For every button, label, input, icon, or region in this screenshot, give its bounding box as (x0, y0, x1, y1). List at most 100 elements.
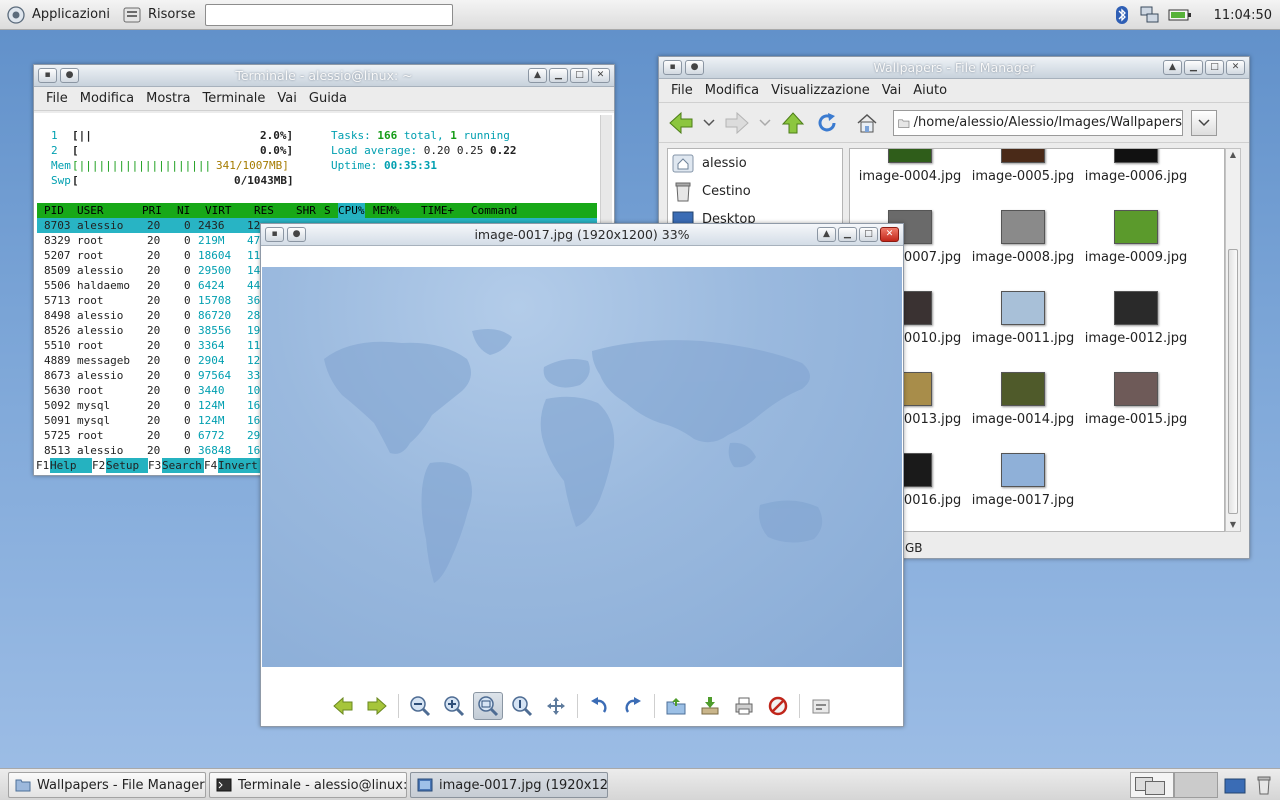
terminal-titlebar[interactable]: ▪ ● Terminale - alessio@linux: ~ ▲ ▁ □ ✕ (34, 65, 614, 87)
close-icon[interactable]: ✕ (591, 68, 610, 83)
file-item[interactable]: image-0011.jpg (967, 291, 1079, 346)
places-menu-button[interactable]: Risorse (116, 0, 202, 30)
delete-button[interactable] (763, 692, 793, 720)
file-item[interactable]: image-0004.jpg (854, 149, 966, 184)
status-bar-text: GB (905, 541, 923, 555)
close-icon[interactable]: ✕ (1226, 60, 1245, 75)
task-file-manager[interactable]: Wallpapers - File Manager (8, 772, 206, 798)
zoom-fit-button[interactable] (473, 692, 503, 720)
back-history-button[interactable] (701, 109, 717, 137)
zoom-out-button[interactable] (405, 692, 435, 720)
shade-icon[interactable]: ▲ (817, 227, 836, 242)
menu-file[interactable]: File (665, 83, 699, 98)
menu-modifica[interactable]: Modifica (74, 91, 140, 106)
window-menu-icon[interactable]: ▪ (663, 60, 682, 75)
maximize-icon[interactable]: □ (859, 227, 878, 242)
menu-modifica[interactable]: Modifica (699, 83, 765, 98)
zoom-in-button[interactable] (439, 692, 469, 720)
file-item[interactable]: image-0012.jpg (1080, 291, 1192, 346)
res-cell: 44 (247, 279, 261, 292)
previous-image-button[interactable] (328, 692, 358, 720)
scroll-up-icon[interactable]: ▲ (1226, 149, 1240, 161)
minimize-icon[interactable]: ▁ (1184, 60, 1203, 75)
bluetooth-icon[interactable] (1112, 5, 1132, 25)
sticky-icon[interactable]: ● (685, 60, 704, 75)
run-command-input[interactable] (205, 3, 454, 26)
menu-guida[interactable]: Guida (303, 91, 353, 106)
workspace-2[interactable] (1174, 772, 1218, 798)
file-item[interactable]: image-0014.jpg (967, 372, 1079, 427)
file-item[interactable]: image-0005.jpg (967, 149, 1079, 184)
fkey-help[interactable]: Help (50, 458, 92, 473)
preferences-button[interactable] (806, 692, 836, 720)
image-viewer-window: ▪ ● image-0017.jpg (1920x1200) 33% ▲ ▁ □… (260, 223, 904, 727)
forward-button[interactable] (723, 109, 751, 137)
scrollbar-thumb[interactable] (1228, 249, 1238, 514)
pid-cell: 5506 (44, 279, 71, 292)
menu-file[interactable]: File (40, 91, 74, 106)
maximize-icon[interactable]: □ (570, 68, 589, 83)
location-bar[interactable]: /home/alessio/Alessio/Images/Wallpapers (893, 109, 1183, 136)
rotate-left-icon (591, 697, 607, 713)
file-view-scrollbar[interactable]: ▲ ▼ (1225, 148, 1241, 532)
fullscreen-button[interactable] (541, 692, 571, 720)
rotate-left-button[interactable] (584, 692, 614, 720)
file-item[interactable]: image-0015.jpg (1080, 372, 1192, 427)
forward-history-button[interactable] (757, 109, 773, 137)
task-image-viewer[interactable]: image-0017.jpg (1920x12... (410, 772, 608, 798)
trash-icon (675, 182, 691, 202)
menu-terminale[interactable]: Terminale (196, 91, 271, 106)
file-thumbnail (1001, 372, 1045, 406)
ni-cell: 0 (184, 429, 191, 442)
sticky-icon[interactable]: ● (287, 227, 306, 242)
task-terminal[interactable]: Terminale - alessio@linux: ~ (209, 772, 407, 798)
file-item[interactable]: image-0017.jpg (967, 453, 1079, 508)
menu-visualizzazione[interactable]: Visualizzazione (765, 83, 876, 98)
image-viewer-titlebar[interactable]: ▪ ● image-0017.jpg (1920x1200) 33% ▲ ▁ □… (261, 224, 903, 246)
up-button[interactable] (779, 109, 807, 137)
file-item[interactable]: image-0009.jpg (1080, 210, 1192, 265)
workspace-1[interactable] (1130, 772, 1174, 798)
home-button[interactable] (853, 109, 881, 137)
location-dropdown-button[interactable] (1191, 109, 1217, 136)
zoom-original-button[interactable] (507, 692, 537, 720)
file-item[interactable]: image-0008.jpg (967, 210, 1079, 265)
fkey-setup[interactable]: Setup (106, 458, 148, 473)
sticky-icon[interactable]: ● (60, 68, 79, 83)
minimize-icon[interactable]: ▁ (549, 68, 568, 83)
maximize-icon[interactable]: □ (1205, 60, 1224, 75)
user-cell: alessio (77, 444, 124, 457)
back-button[interactable] (667, 109, 695, 137)
minimize-icon[interactable]: ▁ (838, 227, 857, 242)
file-icon-view[interactable]: image-0004.jpg image-0005.jpg image-0006.j… (849, 148, 1225, 532)
workspace-switcher (1130, 772, 1218, 798)
clock[interactable]: 11:04:50 (1214, 8, 1272, 23)
file-manager-toolbar: /home/alessio/Alessio/Images/Wallpapers (659, 103, 1249, 143)
scroll-down-icon[interactable]: ▼ (1226, 519, 1240, 531)
sidebar-item-trash[interactable]: Cestino (668, 177, 842, 205)
file-manager-titlebar[interactable]: ▪ ● Wallpapers - File Manager ▲ ▁ □ ✕ (659, 57, 1249, 79)
reload-button[interactable] (813, 109, 841, 137)
shade-icon[interactable]: ▲ (1163, 60, 1182, 75)
next-image-button[interactable] (362, 692, 392, 720)
save-file-button[interactable] (695, 692, 725, 720)
menu-vai[interactable]: Vai (876, 83, 907, 98)
trash-applet-icon[interactable] (1256, 775, 1272, 795)
shade-icon[interactable]: ▲ (528, 68, 547, 83)
print-button[interactable] (729, 692, 759, 720)
menu-vai[interactable]: Vai (271, 91, 302, 106)
menu-mostra[interactable]: Mostra (140, 91, 196, 106)
rotate-right-button[interactable] (618, 692, 648, 720)
window-menu-icon[interactable]: ▪ (265, 227, 284, 242)
applications-menu-button[interactable]: Applicazioni (0, 0, 116, 30)
window-menu-icon[interactable]: ▪ (38, 68, 57, 83)
battery-icon[interactable] (1168, 5, 1192, 25)
file-item[interactable]: image-0006.jpg (1080, 149, 1192, 184)
show-desktop-icon[interactable] (1224, 777, 1246, 795)
open-file-button[interactable] (661, 692, 691, 720)
menu-aiuto[interactable]: Aiuto (907, 83, 953, 98)
close-icon[interactable]: ✕ (880, 227, 899, 242)
network-icon[interactable] (1140, 5, 1160, 25)
fkey-search[interactable]: Search (162, 458, 204, 473)
sidebar-item-home[interactable]: alessio (668, 149, 842, 177)
